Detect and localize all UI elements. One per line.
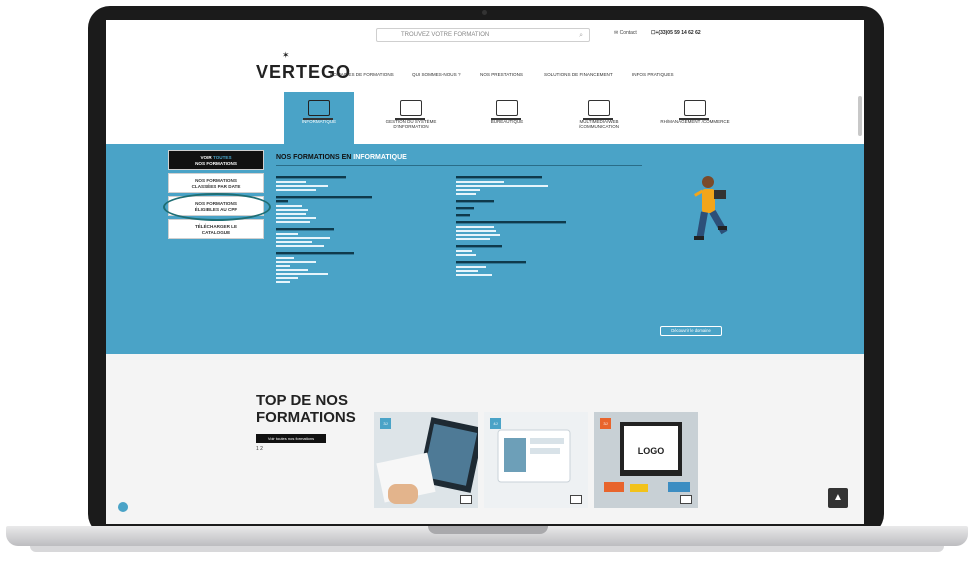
card-image: 3J <box>374 412 478 508</box>
duration-badge: 4J <box>490 418 501 429</box>
btn-line: NOS FORMATIONS <box>195 178 237 183</box>
camera <box>482 10 487 15</box>
btn-line: CLASSÉES PAR DATE <box>191 184 241 189</box>
btn-line: VOIR <box>200 155 212 160</box>
title-highlight: INFORMATIQUE <box>353 154 407 161</box>
category-label: MULTIMEDIA/WEB /COMMUNICATION <box>579 119 619 129</box>
category-multimedia[interactable]: MULTIMEDIA/WEB /COMMUNICATION <box>564 92 634 144</box>
laptop-base <box>6 526 968 546</box>
duration-badge: 3J <box>380 418 391 429</box>
title-part: NOS FORMATIONS EN <box>276 154 354 161</box>
screen-icon <box>583 100 613 120</box>
card-image: LOGO 3J <box>594 412 698 508</box>
discover-label: Découvrir le domaine <box>671 328 711 333</box>
top-bar: TROUVEZ VOTRE FORMATION ⌕ ✉ Contact ☐+(3… <box>106 20 864 50</box>
top-formations-section: TOP DE NOS FORMATIONS Voir toutes nos fo… <box>106 354 864 524</box>
main-nav: DOMAINES DE FORMATIONS QUI SOMMES-NOUS ?… <box>330 72 830 84</box>
btn-highlight: TOUTES <box>212 155 232 160</box>
link-column-right <box>456 172 636 324</box>
formation-card[interactable]: LOGO 3J <box>594 412 698 522</box>
laptop-icon <box>303 100 333 120</box>
logo-star-icon: ✶ <box>282 50 290 60</box>
btn-line: TÉLÉCHARGER LE <box>194 224 238 229</box>
divider <box>276 165 642 166</box>
link-lines <box>276 176 372 283</box>
back-to-top-button[interactable]: ▲ <box>828 488 848 508</box>
laptop-icon <box>570 495 582 504</box>
by-date-button[interactable]: NOS FORMATIONS CLASSÉES PAR DATE <box>168 173 264 193</box>
phone-link[interactable]: ☐+(33)05 59 14 62 62 <box>651 30 701 36</box>
nav-infos-pratiques[interactable]: INFOS PRATIQUES <box>632 72 674 77</box>
desktop-icon <box>491 100 521 120</box>
laptop-mockup: TROUVEZ VOTRE FORMATION ⌕ ✉ Contact ☐+(3… <box>0 0 973 561</box>
laptop-bezel: TROUVEZ VOTRE FORMATION ⌕ ✉ Contact ☐+(3… <box>88 6 884 536</box>
chat-icon[interactable] <box>118 502 128 512</box>
search-input[interactable]: TROUVEZ VOTRE FORMATION ⌕ <box>376 28 590 42</box>
duration-badge: 3J <box>600 418 611 429</box>
formation-card[interactable]: 4J <box>484 412 588 522</box>
highlight-oval <box>163 193 271 221</box>
catalogue-button[interactable]: TÉLÉCHARGER LE CATALOGUE <box>168 219 264 239</box>
section-title: TOP DE NOS FORMATIONS <box>256 392 356 426</box>
cpf-button[interactable]: NOS FORMATIONS ÉLIGIBLES AU CPF <box>163 193 271 221</box>
mega-menu: VOIR TOUTES NOS FORMATIONS NOS FORMATION… <box>106 144 864 354</box>
sidebar: VOIR TOUTES NOS FORMATIONS NOS FORMATION… <box>163 150 271 242</box>
nav-qui-sommes-nous[interactable]: QUI SOMMES-NOUS ? <box>412 72 461 77</box>
mega-title: NOS FORMATIONS EN INFORMATIQUE <box>276 154 407 161</box>
svg-text:LOGO: LOGO <box>638 446 665 456</box>
btn-line: NOS FORMATIONS <box>195 161 237 166</box>
btn-line: CATALOGUE <box>201 230 231 235</box>
formation-card[interactable]: 3J <box>374 412 478 522</box>
people-icon <box>679 100 709 120</box>
category-informatique[interactable]: INFORMATIQUE <box>284 92 354 144</box>
all-formations-link[interactable]: Voir toutes nos formations <box>256 434 326 443</box>
all-formations-button[interactable]: VOIR TOUTES NOS FORMATIONS <box>168 150 264 170</box>
category-rh[interactable]: RH/MANAGEMENT /COMMERCE <box>660 92 730 144</box>
base-notch <box>428 526 548 534</box>
search-icon[interactable]: ⌕ <box>579 30 583 42</box>
search-placeholder: TROUVEZ VOTRE FORMATION <box>401 32 490 38</box>
category-label: GESTION DU SYSTÈME D'INFORMATION <box>385 119 437 129</box>
category-bureautique[interactable]: BUREAUTIQUE <box>472 92 542 144</box>
nav-domaines[interactable]: DOMAINES DE FORMATIONS <box>330 72 394 77</box>
link-column-left <box>276 172 456 324</box>
laptop-icon <box>460 495 472 504</box>
category-bar: INFORMATIQUE GESTION DU SYSTÈME D'INFORM… <box>284 92 734 144</box>
monitor-icon <box>395 100 425 120</box>
scrollbar[interactable] <box>858 96 862 136</box>
browser-screen: TROUVEZ VOTRE FORMATION ⌕ ✉ Contact ☐+(3… <box>106 20 864 524</box>
discover-domain-button[interactable]: Découvrir le domaine <box>660 326 722 336</box>
base-shadow <box>30 546 944 552</box>
contact-label: Contact <box>619 30 637 36</box>
category-gestion-si[interactable]: GESTION DU SYSTÈME D'INFORMATION <box>376 92 446 144</box>
link-lines <box>456 176 566 276</box>
person-illustration <box>694 176 728 240</box>
nav-financement[interactable]: SOLUTIONS DE FINANCEMENT <box>544 72 613 77</box>
phone-number: +(33)05 59 14 62 62 <box>655 30 701 36</box>
card-image: 4J <box>484 412 588 508</box>
nav-prestations[interactable]: NOS PRESTATIONS <box>480 72 523 77</box>
pager[interactable]: 1 2 <box>256 446 263 452</box>
contact-link[interactable]: ✉ Contact <box>614 30 637 36</box>
laptop-icon <box>680 495 692 504</box>
